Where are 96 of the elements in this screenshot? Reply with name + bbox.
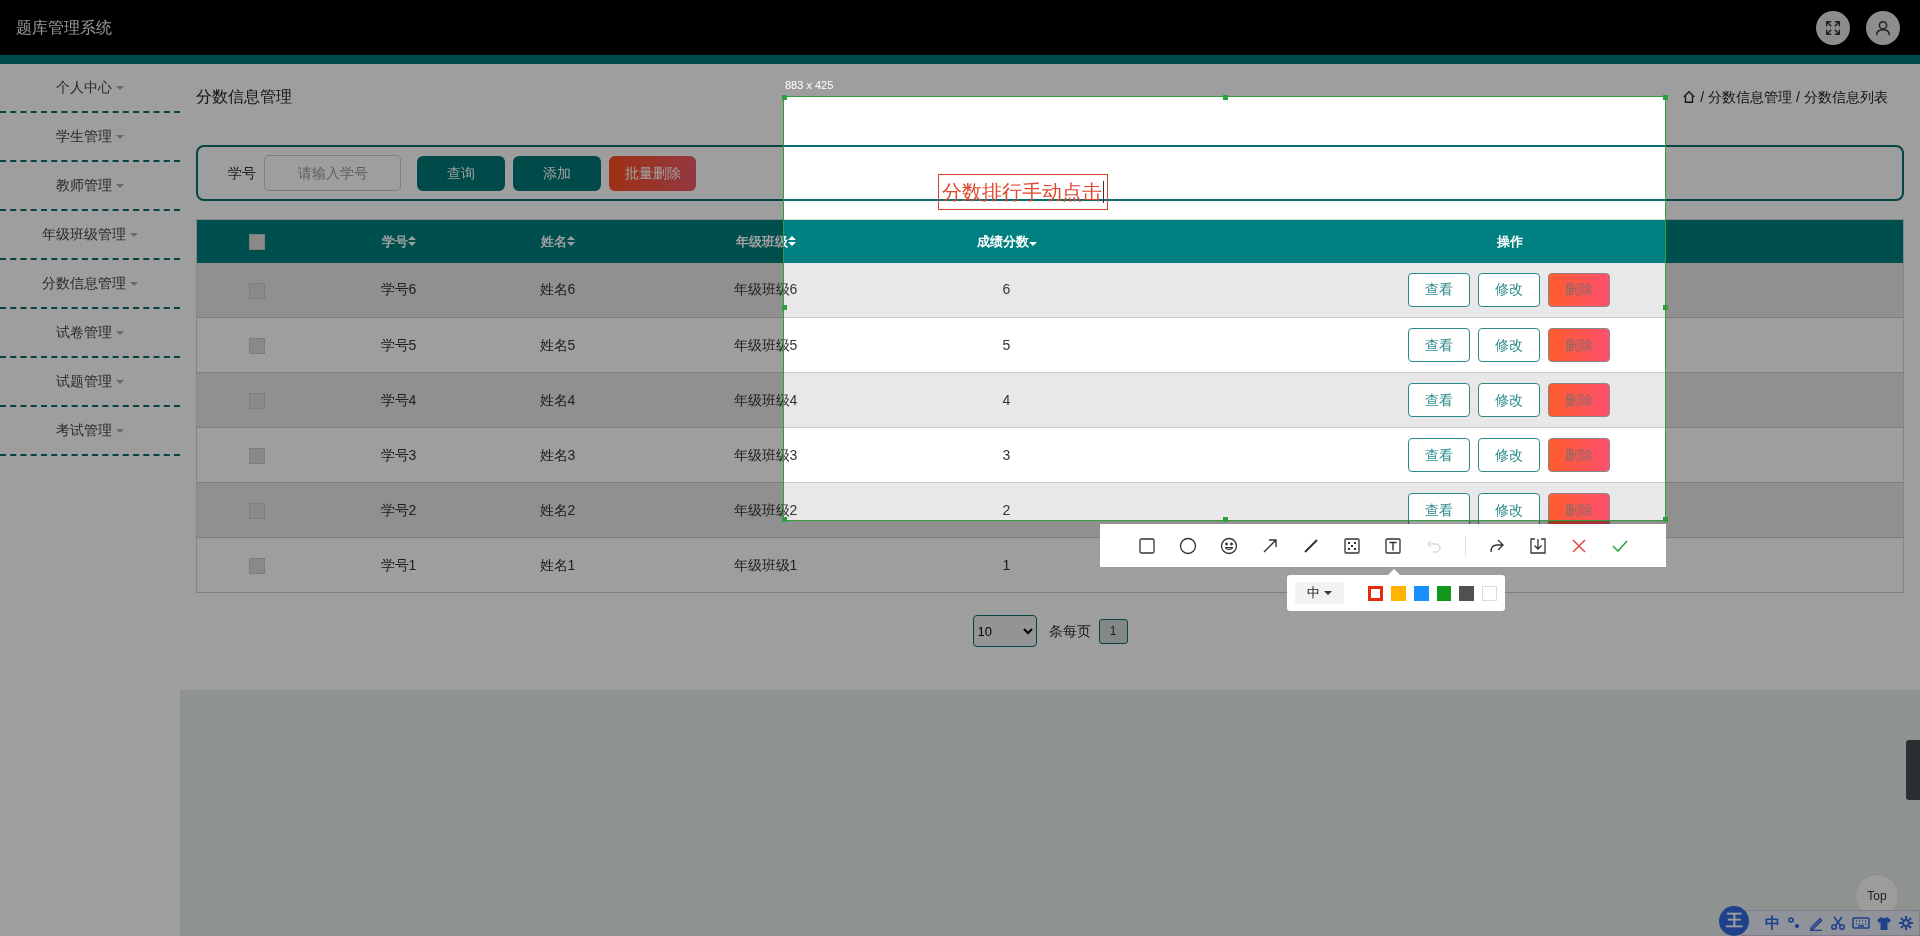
breadcrumb-link[interactable]: 分数信息管理 <box>1708 86 1793 108</box>
annotation-text[interactable]: 分数排行手动点击 <box>938 174 1108 210</box>
action-button[interactable]: 添加 <box>513 155 601 191</box>
row-action-button[interactable]: 修改 <box>1478 328 1541 362</box>
rectangle-tool-icon[interactable] <box>1136 535 1157 556</box>
row-action-button[interactable]: 查看 <box>1408 383 1471 417</box>
search-label: 学号 <box>228 163 256 183</box>
table-cell: 学号2 <box>380 501 417 518</box>
caret-icon <box>116 182 124 189</box>
table-cell: 学号3 <box>380 446 417 463</box>
settings-icon[interactable] <box>1898 915 1914 931</box>
row-checkbox[interactable] <box>248 337 265 354</box>
fullscreen-button[interactable] <box>1816 10 1850 45</box>
per-page-label: 条每页 <box>1048 621 1091 641</box>
table-cell: 5 <box>1002 336 1011 353</box>
font-size-dropdown[interactable]: 中 <box>1295 582 1344 604</box>
user-button[interactable] <box>1866 10 1900 45</box>
row-action-button[interactable]: 修改 <box>1478 438 1541 472</box>
table-cell: 2 <box>1002 501 1011 518</box>
student-id-field[interactable]: 请输入学号 <box>264 155 401 191</box>
row-action-button[interactable]: 查看 <box>1408 493 1471 527</box>
caret-icon <box>116 427 124 434</box>
text-tool-icon[interactable] <box>1382 535 1403 556</box>
caret-icon <box>116 133 124 140</box>
table-cell: 年级班级1 <box>733 556 798 573</box>
table-cell: 3 <box>1002 446 1011 463</box>
resize-handle[interactable] <box>1223 517 1228 522</box>
table-cell: 姓名3 <box>539 446 576 463</box>
page-title: 分数信息管理 <box>196 87 292 107</box>
row-checkbox[interactable] <box>248 447 265 464</box>
action-button[interactable]: 查询 <box>417 155 505 191</box>
size-label: 883 x 425 <box>785 78 834 93</box>
table-cell: 4 <box>1002 391 1011 408</box>
caret-icon <box>116 329 124 336</box>
column-header[interactable]: 学号 <box>381 231 408 251</box>
resize-handle[interactable] <box>782 305 787 310</box>
row-action-button[interactable]: 查看 <box>1408 438 1471 472</box>
caret-icon <box>1324 590 1332 596</box>
caret-icon <box>130 280 138 287</box>
row-action-button[interactable]: 修改 <box>1478 383 1541 417</box>
pen-icon[interactable] <box>1808 915 1824 931</box>
row-action-button[interactable]: 查看 <box>1408 328 1471 362</box>
resize-handle[interactable] <box>1663 305 1668 310</box>
table-cell: 姓名2 <box>539 501 576 518</box>
circle-tool-icon[interactable] <box>1177 535 1198 556</box>
page-size-select[interactable]: 10 <box>972 615 1037 647</box>
resize-handle[interactable] <box>1663 517 1668 522</box>
sort-icon[interactable] <box>787 235 796 248</box>
batch-delete-button[interactable]: 批量删除 <box>609 155 696 191</box>
table-cell: 1 <box>1002 556 1011 573</box>
table-cell: 6 <box>1002 281 1011 298</box>
table-cell: 学号6 <box>380 281 417 298</box>
column-header: 操作 <box>1496 232 1523 251</box>
table-cell: 姓名5 <box>539 336 576 353</box>
color-swatch[interactable] <box>1436 585 1452 601</box>
home-icon[interactable] <box>1682 90 1697 104</box>
resize-handle[interactable] <box>1223 95 1228 100</box>
column-header[interactable]: 成绩分数 <box>976 231 1029 251</box>
table-cell: 学号1 <box>380 556 417 573</box>
download-icon[interactable] <box>1527 535 1548 556</box>
app-title: 题库管理系统 <box>16 17 112 38</box>
expand-icon <box>1824 18 1842 37</box>
table-cell: 姓名1 <box>539 556 576 573</box>
color-swatch[interactable] <box>1368 585 1383 601</box>
page-button[interactable]: 1 <box>1098 618 1128 644</box>
row-action-button[interactable]: 修改 <box>1478 272 1541 307</box>
table-cell: 姓名4 <box>539 391 576 408</box>
resize-handle[interactable] <box>782 517 787 522</box>
color-swatch[interactable] <box>1413 585 1429 601</box>
color-swatch[interactable] <box>1390 585 1406 601</box>
sort-icon[interactable] <box>566 235 575 248</box>
row-action-button[interactable]: 修改 <box>1478 493 1541 527</box>
scissors-icon[interactable] <box>1830 915 1846 931</box>
color-swatch[interactable] <box>1459 585 1475 601</box>
caret-icon <box>116 378 124 385</box>
shirt-icon[interactable] <box>1876 915 1892 931</box>
keyboard-icon[interactable] <box>1852 915 1870 931</box>
ime-mode-toggle[interactable]: 中 <box>1765 911 1780 935</box>
sort-icon[interactable] <box>407 235 416 248</box>
row-checkbox[interactable] <box>248 557 265 574</box>
caret-icon <box>130 231 138 238</box>
table-cell: 学号5 <box>380 336 417 353</box>
table-cell: 姓名6 <box>539 281 576 298</box>
table-cell: 学号4 <box>380 391 417 408</box>
resize-handle[interactable] <box>1663 95 1668 100</box>
column-header[interactable]: 姓名 <box>540 231 567 251</box>
user-icon <box>1874 18 1892 37</box>
punctuation-icon[interactable] <box>1786 915 1802 931</box>
caret-icon <box>116 84 124 91</box>
breadcrumb-separator: / <box>1700 87 1705 107</box>
resize-handle[interactable] <box>782 95 787 100</box>
mosaic-tool-icon[interactable] <box>1341 535 1362 556</box>
row-action-button[interactable]: 查看 <box>1408 272 1471 307</box>
breadcrumb-separator: / <box>1796 87 1800 107</box>
select-all-checkbox[interactable] <box>248 234 265 251</box>
smiley-icon[interactable] <box>1218 535 1239 556</box>
